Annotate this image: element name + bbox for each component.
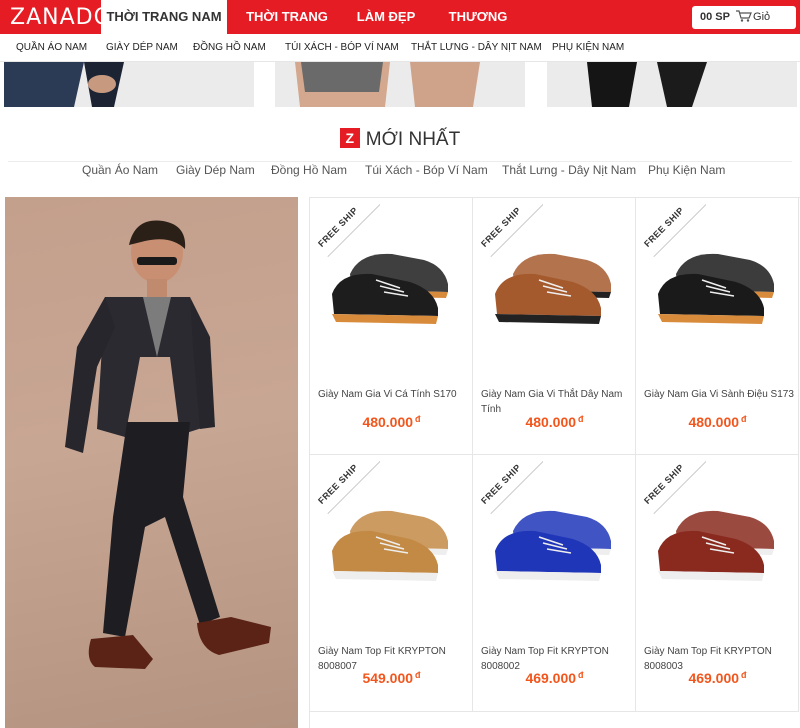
product-image bbox=[495, 510, 611, 581]
product-image bbox=[495, 253, 611, 324]
category-quan-ao-nam[interactable]: Quần Áo Nam bbox=[82, 163, 158, 177]
top-nav-bar: ZANADO THỜI TRANG NAM THỜI TRANG NỮ LÀM … bbox=[0, 0, 800, 58]
product-image bbox=[658, 253, 774, 324]
section-title-text: MỚI NHẤT bbox=[365, 129, 461, 150]
cart-icon bbox=[736, 10, 752, 22]
product-price-value: 480.000 bbox=[688, 414, 740, 430]
product-currency: đ bbox=[741, 670, 747, 680]
product-price-value: 480.000 bbox=[525, 414, 577, 430]
product-card[interactable]: FREE SHIP Giày Nam Top Fit KRYPTON 800800… bbox=[473, 455, 636, 712]
zanado-logo[interactable]: ZANADO bbox=[10, 5, 112, 30]
category-giay-dep-nam[interactable]: Giày Dép Nam bbox=[176, 163, 255, 177]
subnav-giay-dep-nam[interactable]: GIÀY DÉP NAM bbox=[106, 42, 178, 53]
section-divider bbox=[8, 161, 792, 162]
product-price: 469.000 đ bbox=[473, 670, 636, 686]
product-name[interactable]: Giày Nam Gia Vi Thắt Dây Nam Tính bbox=[481, 387, 631, 417]
product-price: 480.000 đ bbox=[473, 414, 636, 430]
product-card[interactable]: FREE SHIP Giày Nam Top Fit KRYPTON 800800… bbox=[310, 455, 473, 712]
product-image bbox=[332, 510, 448, 581]
product-currency: đ bbox=[415, 670, 421, 680]
product-image bbox=[658, 510, 774, 581]
category-dong-ho-nam[interactable]: Đồng Hồ Nam bbox=[271, 163, 347, 177]
product-price-value: 469.000 bbox=[525, 670, 577, 686]
tab-thoi-trang-nam[interactable]: THỜI TRANG NAM bbox=[101, 0, 227, 41]
category-tui-xach-bop-vi-nam[interactable]: Túi Xách - Bóp Ví Nam bbox=[365, 163, 488, 177]
banner-left-photo bbox=[4, 62, 124, 107]
banner-left[interactable] bbox=[4, 62, 254, 107]
banner-middle-photo bbox=[295, 62, 480, 107]
product-card[interactable]: FREE SHIP Giày Nam Gia Vi Cá Tính S170 480… bbox=[310, 198, 473, 455]
banner-right-photo bbox=[587, 62, 707, 107]
product-name[interactable]: Giày Nam Gia Vi Cá Tính S170 bbox=[318, 387, 468, 402]
product-price-value: 480.000 bbox=[362, 414, 414, 430]
product-card[interactable]: FREE SHIP Giày Nam Gia Vi Sành Điệu S173 4… bbox=[636, 198, 799, 455]
cart-count: 00 SP bbox=[700, 11, 730, 23]
subnav-quan-ao-nam[interactable]: QUẦN ÁO NAM bbox=[16, 42, 87, 53]
product-price-value: 469.000 bbox=[688, 670, 740, 686]
cart-button[interactable]: 00 SP Giỏ hàng bbox=[692, 6, 796, 46]
product-image bbox=[332, 253, 448, 324]
product-currency: đ bbox=[578, 414, 584, 424]
sub-nav: QUẦN ÁO NAM GIÀY DÉP NAM ĐỒNG HỒ NAM TÚI… bbox=[0, 34, 800, 62]
subnav-tui-xach-bop-vi-nam[interactable]: TÚI XÁCH - BÓP VÍ NAM bbox=[285, 42, 399, 53]
banner-right[interactable] bbox=[547, 62, 797, 107]
product-price: 480.000 đ bbox=[310, 414, 473, 430]
product-card[interactable]: FREE SHIP Giày Nam Gia Vi Thắt Dây Nam Tí… bbox=[473, 198, 636, 455]
category-phu-kien-nam[interactable]: Phụ Kiện Nam bbox=[648, 163, 725, 177]
z-badge: Z bbox=[339, 128, 360, 148]
product-price: 469.000 đ bbox=[636, 670, 799, 686]
product-price-value: 549.000 bbox=[362, 670, 414, 686]
tab-lam-dep[interactable]: LÀM ĐẸP bbox=[350, 0, 422, 34]
product-name[interactable]: Giày Nam Gia Vi Sành Điệu S173 bbox=[644, 387, 794, 402]
product-currency: đ bbox=[578, 670, 584, 680]
product-currency: đ bbox=[741, 414, 747, 424]
subnav-dong-ho-nam[interactable]: ĐỒNG HỒ NAM bbox=[193, 42, 266, 53]
section-title: Z MỚI NHẤT bbox=[0, 128, 800, 151]
product-currency: đ bbox=[415, 414, 421, 424]
product-card[interactable]: FREE SHIP Giày Nam Top Fit KRYPTON 800800… bbox=[636, 455, 799, 712]
subnav-that-lung-day-nit-nam[interactable]: THẮT LƯNG - DÂY NỊT NAM bbox=[411, 42, 542, 53]
product-grid: FREE SHIP Giày Nam Gia Vi Cá Tính S170 480… bbox=[309, 197, 800, 728]
tab-thoi-trang-nu[interactable]: THỜI TRANG NỮ bbox=[235, 0, 339, 58]
product-price: 549.000 đ bbox=[310, 670, 473, 686]
hero-model-image[interactable] bbox=[5, 197, 298, 728]
banner-middle[interactable] bbox=[275, 62, 525, 107]
tab-thuong-hieu[interactable]: THƯƠNG HIỆU bbox=[432, 0, 524, 58]
model-photo bbox=[65, 220, 271, 669]
subnav-phu-kien-nam[interactable]: PHỤ KIỆN NAM bbox=[552, 42, 624, 53]
category-that-lung-day-nit-nam[interactable]: Thắt Lưng - Dây Nịt Nam bbox=[502, 163, 636, 177]
product-price: 480.000 đ bbox=[636, 414, 799, 430]
